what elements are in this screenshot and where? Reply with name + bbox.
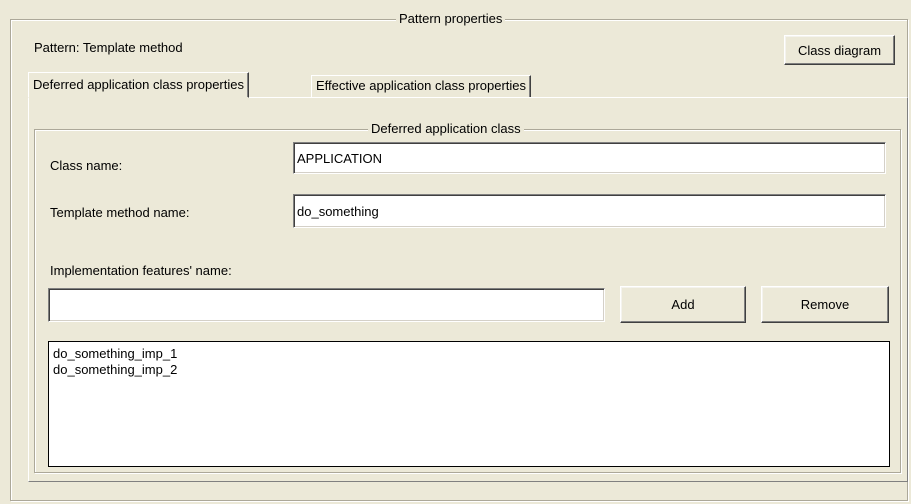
- class-name-input[interactable]: [293, 142, 886, 174]
- list-item[interactable]: do_something_imp_1: [53, 346, 885, 362]
- template-method-name-label: Template method name:: [50, 205, 190, 220]
- class-name-label: Class name:: [50, 158, 123, 173]
- class-diagram-button[interactable]: Class diagram: [784, 35, 895, 65]
- tab-effective-application-class-properties[interactable]: Effective application class properties: [311, 75, 532, 97]
- implementation-feature-input[interactable]: [48, 288, 605, 322]
- template-method-name-input[interactable]: [293, 194, 886, 228]
- implementation-features-label: Implementation features' name:: [50, 263, 232, 278]
- add-button[interactable]: Add: [620, 286, 746, 323]
- pattern-name-label: Pattern: Template method: [34, 40, 183, 55]
- pattern-properties-title: Pattern properties: [396, 11, 506, 27]
- remove-button[interactable]: Remove: [761, 286, 889, 323]
- list-item[interactable]: do_something_imp_2: [53, 362, 885, 378]
- tab-deferred-application-class-properties[interactable]: Deferred application class properties: [28, 72, 249, 98]
- implementation-features-list[interactable]: do_something_imp_1 do_something_imp_2: [48, 341, 890, 467]
- deferred-application-class-title: Deferred application class: [368, 121, 524, 137]
